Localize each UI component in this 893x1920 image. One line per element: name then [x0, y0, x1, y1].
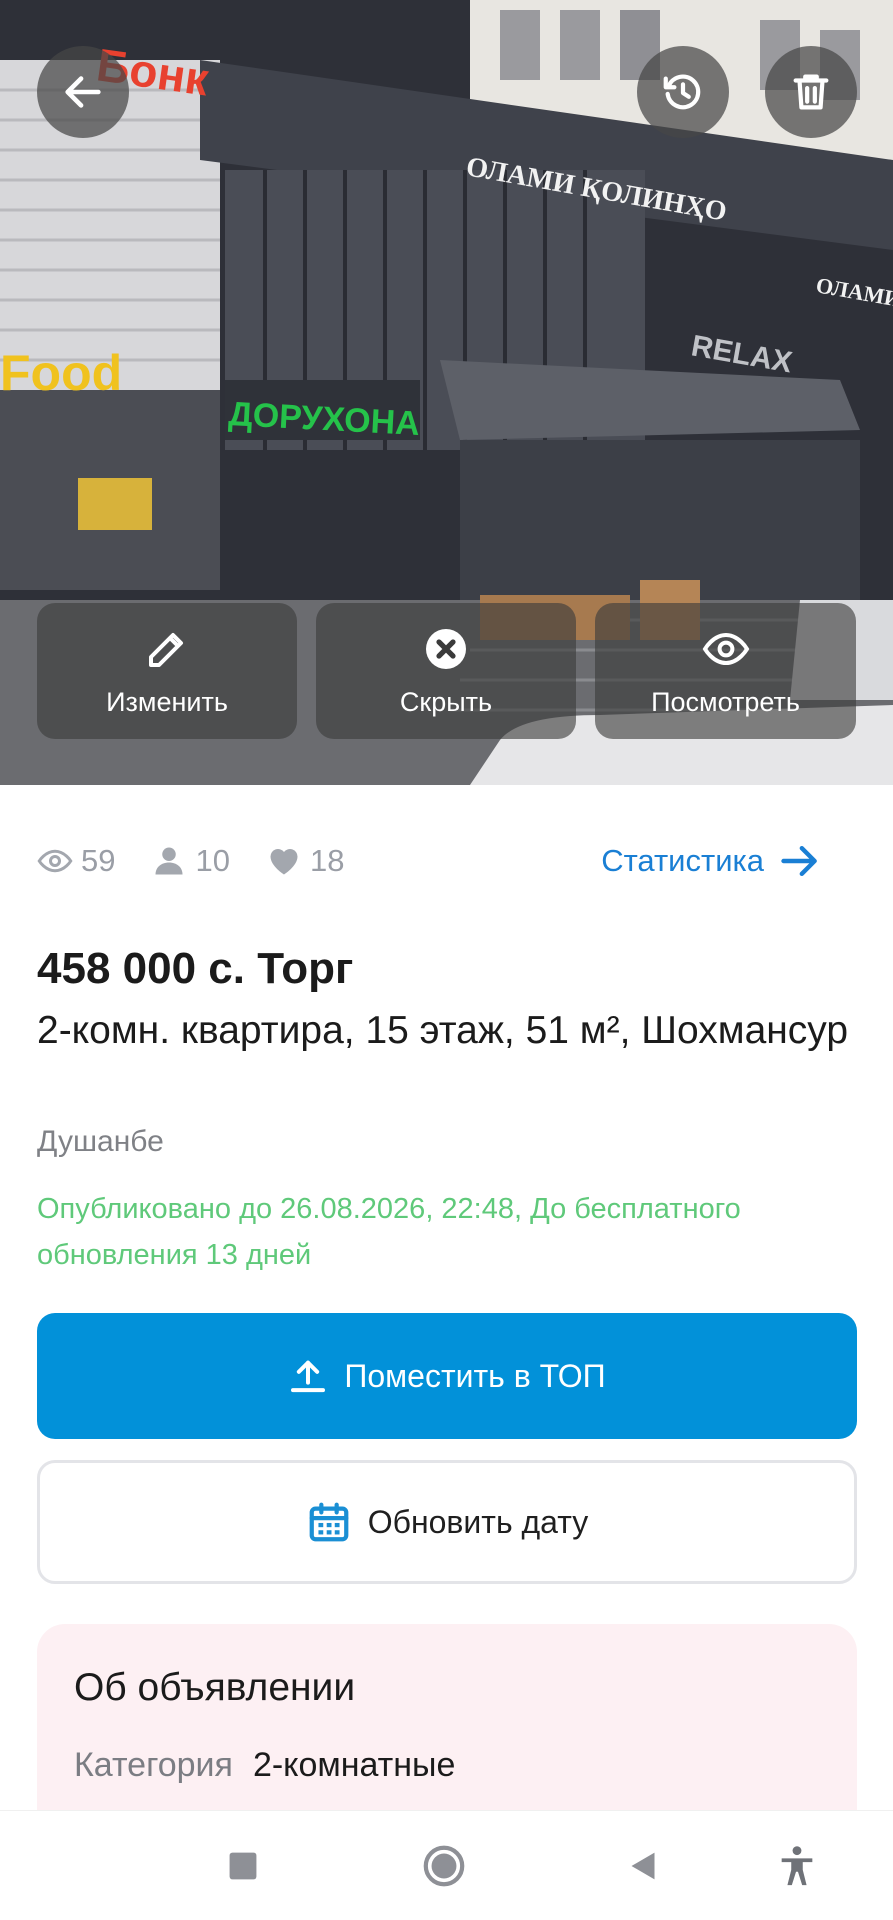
- arrow-left-icon: [65, 76, 101, 108]
- system-back-button[interactable]: [618, 1841, 668, 1891]
- back-button[interactable]: [37, 46, 129, 138]
- view-label: Посмотреть: [651, 686, 800, 717]
- eye-icon: [702, 632, 749, 665]
- pencil-icon: [149, 632, 183, 667]
- favorites-count: 18: [309, 843, 345, 878]
- square-icon: [229, 1852, 257, 1880]
- contacts-count: 10: [195, 843, 230, 878]
- delete-button[interactable]: [765, 46, 857, 138]
- accessibility-icon: [781, 1846, 813, 1886]
- arrow-right-icon: [781, 845, 817, 877]
- person-icon: [155, 847, 183, 875]
- promote-top-label: Поместить в ТОП: [344, 1357, 606, 1394]
- update-date-button[interactable]: Обновить дату: [37, 1460, 857, 1584]
- heart-icon: [270, 849, 298, 875]
- close-circle-icon: [426, 628, 466, 669]
- home-circle-icon: [423, 1845, 465, 1887]
- publication-status: Опубликовано до 26.08.2026, 22:48, До бе…: [37, 1193, 741, 1271]
- category-key: Категория: [74, 1746, 233, 1784]
- calendar-icon: [309, 1502, 349, 1542]
- hide-label: Скрыть: [399, 686, 493, 717]
- listing-city: Душанбе: [37, 1125, 164, 1158]
- trash-icon: [793, 74, 829, 110]
- view-button[interactable]: Посмотреть: [595, 603, 856, 739]
- history-button[interactable]: [637, 46, 729, 138]
- stats-row: 59 10 18 Статистика: [37, 836, 856, 886]
- statistics-link-label: Статистика: [601, 843, 764, 878]
- food-sign: Food: [0, 345, 122, 401]
- statistics-link[interactable]: Статистика: [601, 839, 822, 883]
- system-navigation-bar: [0, 1810, 893, 1920]
- about-title: Об объявлении: [74, 1666, 356, 1709]
- home-button[interactable]: [419, 1841, 469, 1891]
- update-date-label: Обновить дату: [367, 1503, 589, 1540]
- edit-button[interactable]: Изменить: [37, 603, 297, 739]
- hide-button[interactable]: Скрыть: [316, 603, 576, 739]
- listing-price: 458 000 с. Торг: [37, 944, 354, 993]
- views-count: 59: [81, 843, 116, 878]
- listing-title: 2-комн. квартира, 15 этаж, 51 м², Шохман…: [37, 1009, 849, 1052]
- favorites-stat: 18: [266, 843, 344, 879]
- contacts-stat: 10: [151, 843, 230, 879]
- recent-apps-button[interactable]: [218, 1841, 268, 1891]
- edit-label: Изменить: [106, 686, 228, 717]
- history-icon: [663, 74, 701, 110]
- category-value: 2-комнатные: [252, 1746, 456, 1784]
- listing-photo[interactable]: Бонк Food ДОРУХОНА ОЛАМИ ҚОЛИНҲО ОЛАМИ З…: [0, 0, 893, 785]
- upload-icon: [291, 1360, 326, 1393]
- eye-icon: [37, 849, 73, 873]
- promote-top-button[interactable]: Поместить в ТОП: [37, 1313, 857, 1439]
- category-row: Категория 2-комнатные: [74, 1746, 455, 1785]
- triangle-back-icon: [631, 1852, 655, 1880]
- views-stat: 59: [37, 843, 115, 879]
- accessibility-button[interactable]: [772, 1841, 822, 1891]
